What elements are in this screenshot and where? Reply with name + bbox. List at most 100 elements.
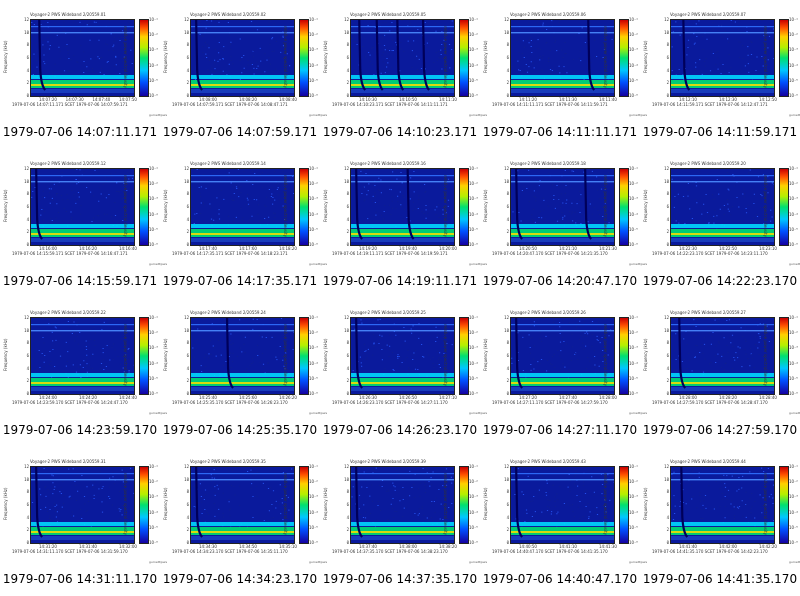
colorbar-tick-label: 10⁻¹ <box>789 166 798 171</box>
noise-speck <box>537 361 539 363</box>
spectrogram-panel[interactable]: Voyager-2 PWS Wideband 2/20559.07 Frequen… <box>640 0 800 149</box>
spectrogram-panel[interactable]: Voyager-2 PWS Wideband 2/20559.05 Frequen… <box>320 0 487 149</box>
noise-speck <box>673 471 675 473</box>
spectrogram-panel[interactable]: Voyager-2 PWS Wideband 2/20559.18 Frequen… <box>480 149 647 298</box>
noise-speck <box>211 377 213 378</box>
noise-speck <box>691 470 693 472</box>
spectrogram-panel[interactable]: Voyager-2 PWS Wideband 2/20559.26 Frequen… <box>480 298 647 447</box>
noise-speck <box>43 46 45 48</box>
colorbar-tick-label: 10⁻¹ <box>629 464 638 469</box>
noise-speck <box>771 170 773 172</box>
noise-speck <box>56 504 58 506</box>
noise-speck <box>203 499 205 500</box>
spectrogram-panel[interactable]: Voyager-2 PWS Wideband 2/20559.14 Frequen… <box>160 149 327 298</box>
noise-speck <box>573 72 575 73</box>
noise-speck <box>715 481 717 482</box>
noise-speck <box>414 497 416 498</box>
noise-speck <box>271 187 273 188</box>
y-tick-label: 12 <box>344 17 349 22</box>
spectrogram-panel[interactable]: Voyager-2 PWS Wideband 2/20559.06 Frequen… <box>480 0 647 149</box>
noise-speck <box>208 357 210 359</box>
noise-speck <box>589 201 591 203</box>
colorbar-label: relative power spectral density <box>763 473 768 535</box>
y-tick-label: 0 <box>186 391 189 396</box>
noise-speck <box>367 218 369 220</box>
spectral-band <box>511 382 614 384</box>
noise-speck <box>292 176 294 177</box>
noise-speck <box>671 46 673 48</box>
noise-speck <box>59 355 62 357</box>
spectrogram-panel[interactable]: Voyager-2 PWS Wideband 2/20559.02 Frequen… <box>160 0 327 149</box>
noise-speck <box>691 498 693 500</box>
colorbar-tick-label: 10⁻¹ <box>469 464 478 469</box>
spectrogram-panel[interactable]: Voyager-2 PWS Wideband 2/20559.39 Frequen… <box>320 447 487 596</box>
noise-speck <box>579 338 581 340</box>
spectrogram-panel[interactable]: Voyager-2 PWS Wideband 2/20559.20 Frequen… <box>640 149 800 298</box>
panel-caption: 1979-07-06 14:10:23.171 <box>322 125 478 139</box>
noise-speck <box>749 169 751 171</box>
noise-speck <box>45 486 47 487</box>
spectrogram-panel[interactable]: Voyager-2 PWS Wideband 2/20559.12 Frequen… <box>0 149 167 298</box>
noise-speck <box>673 470 675 472</box>
spectrogram-panel[interactable]: Voyager-2 PWS Wideband 2/20559.35 Frequen… <box>160 447 327 596</box>
spectrogram-panel[interactable]: Voyager-2 PWS Wideband 2/20559.43 Frequen… <box>480 447 647 596</box>
noise-speck <box>245 371 247 372</box>
noise-speck <box>436 221 438 223</box>
noise-speck <box>364 37 366 39</box>
spectrogram-panel[interactable]: Voyager-2 PWS Wideband 2/20559.31 Frequen… <box>0 447 167 596</box>
spectrogram-panel[interactable]: Voyager-2 PWS Wideband 2/20559.25 Frequen… <box>320 298 487 447</box>
noise-speck <box>551 511 553 513</box>
noise-speck <box>417 29 419 30</box>
noise-speck <box>251 470 253 472</box>
noise-speck <box>215 28 217 29</box>
spectrogram-panel[interactable]: Voyager-2 PWS Wideband 2/20559.01 Frequen… <box>0 0 167 149</box>
y-tick-label: 12 <box>184 17 189 22</box>
noise-speck <box>77 61 79 63</box>
noise-speck <box>57 211 59 213</box>
noise-speck <box>255 474 257 476</box>
colorbar-ticks: 10⁻¹ 10⁻² 10⁻³ 10⁻⁴ 10⁻⁵ 10⁻⁶ <box>469 464 479 545</box>
noise-speck <box>524 513 526 514</box>
noise-speck <box>202 202 204 204</box>
noise-speck <box>249 218 251 220</box>
spectrogram-panel[interactable]: Voyager-2 PWS Wideband 2/20559.16 Frequen… <box>320 149 487 298</box>
noise-speck <box>430 177 432 179</box>
noise-speck <box>67 326 69 328</box>
noise-speck <box>695 66 697 68</box>
noise-speck <box>379 318 381 320</box>
noise-speck <box>369 60 371 62</box>
noise-speck <box>409 23 411 24</box>
noise-speck <box>544 526 547 527</box>
noise-speck <box>575 470 577 472</box>
noise-speck <box>194 79 197 80</box>
noise-speck <box>607 172 610 173</box>
noise-speck <box>556 513 558 515</box>
spectrogram-panel[interactable]: Voyager-2 PWS Wideband 2/20559.22 Frequen… <box>0 298 167 447</box>
spectral-band <box>31 238 134 242</box>
noise-speck <box>421 506 423 508</box>
noise-speck <box>42 219 44 221</box>
time-range-info: 1979-07-06 14:11:59.171 SCET 1979-07-06 … <box>652 102 768 107</box>
spectrogram-plot <box>670 168 775 246</box>
y-axis-label: Frequency (kHz) <box>163 189 168 223</box>
noise-speck <box>352 520 354 522</box>
noise-speck <box>692 496 694 497</box>
spectrogram-panel[interactable]: Voyager-2 PWS Wideband 2/20559.44 Frequen… <box>640 447 800 596</box>
colorbar-ticks: 10⁻¹ 10⁻² 10⁻³ 10⁻⁴ 10⁻⁵ 10⁻⁶ <box>789 166 799 247</box>
panel-title: Voyager-2 PWS Wideband 2/20559.22 <box>30 310 106 315</box>
noise-speck <box>289 65 291 67</box>
noise-speck <box>416 55 418 57</box>
noise-speck <box>116 191 118 192</box>
noise-speck <box>436 206 438 208</box>
noise-speck <box>91 367 94 369</box>
noise-speck <box>693 335 695 336</box>
spectrogram-panel[interactable]: Voyager-2 PWS Wideband 2/20559.24 Frequen… <box>160 298 327 447</box>
y-tick-label: 6 <box>506 204 509 209</box>
noise-speck <box>82 367 84 368</box>
spectrogram-panel[interactable]: Voyager-2 PWS Wideband 2/20559.27 Frequen… <box>640 298 800 447</box>
noise-speck <box>421 211 423 213</box>
noise-speck <box>402 489 404 490</box>
spectral-band <box>351 233 454 235</box>
noise-speck <box>577 179 579 181</box>
noise-speck <box>438 364 440 365</box>
